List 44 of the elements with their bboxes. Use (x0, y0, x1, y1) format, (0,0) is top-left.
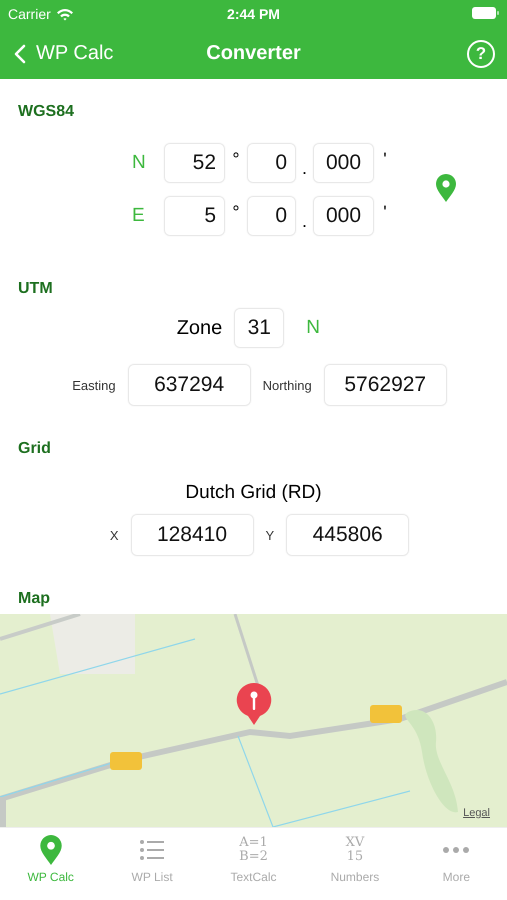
degree-sign: ° (231, 202, 241, 223)
location-pin-icon[interactable] (436, 174, 456, 202)
section-title: WGS84 (17, 103, 76, 121)
list-icon (140, 839, 164, 861)
tab-text-icon: XV 15 (346, 836, 364, 864)
screen-title: Converter (206, 42, 301, 65)
section-title: Map (17, 590, 51, 609)
y-field[interactable]: 445806 (286, 514, 410, 556)
decimals-field[interactable]: 000 (313, 143, 374, 183)
easting-field[interactable]: 637294 (128, 364, 251, 406)
x-label: X (110, 528, 118, 542)
x-field[interactable]: 128410 (130, 514, 254, 556)
zone-label: Zone (176, 316, 222, 340)
hemisphere-label: N (306, 317, 322, 339)
minute-sign: ' (382, 202, 388, 223)
grid-system-label[interactable]: Dutch Grid (RD) (185, 482, 322, 504)
easting-label: Easting (72, 378, 116, 392)
northing-label: Northing (262, 378, 312, 392)
location-pin-icon (40, 835, 62, 865)
section-title: UTM (17, 280, 54, 298)
minutes-field[interactable]: 0 (247, 143, 296, 183)
zone-field[interactable]: 31 (234, 308, 284, 348)
degrees-field[interactable]: 5 (164, 196, 225, 236)
degree-sign: ° (231, 149, 241, 170)
section-title: Grid (17, 440, 52, 458)
back-chevron-icon (14, 44, 26, 64)
minute-sign: ' (382, 149, 388, 170)
map-pin-icon[interactable] (236, 683, 272, 725)
y-label: Y (266, 528, 274, 542)
tab-text-icon: A=1 B=2 (239, 836, 268, 864)
battery-icon (472, 7, 499, 19)
status-time: 2:44 PM (227, 6, 280, 22)
decimals-field[interactable]: 000 (313, 196, 374, 236)
minutes-field[interactable]: 0 (247, 196, 296, 236)
carrier-label: Carrier (8, 6, 51, 22)
wifi-icon (56, 8, 74, 20)
degrees-field[interactable]: 52 (164, 143, 225, 183)
northing-field[interactable]: 5762927 (324, 364, 447, 406)
decimal-point: . (300, 210, 308, 232)
more-icon (442, 846, 470, 854)
decimal-point: . (300, 158, 308, 178)
hemisphere-label: N (132, 152, 147, 174)
hemisphere-label: E (132, 205, 146, 227)
legal-link[interactable]: Legal (463, 807, 490, 819)
